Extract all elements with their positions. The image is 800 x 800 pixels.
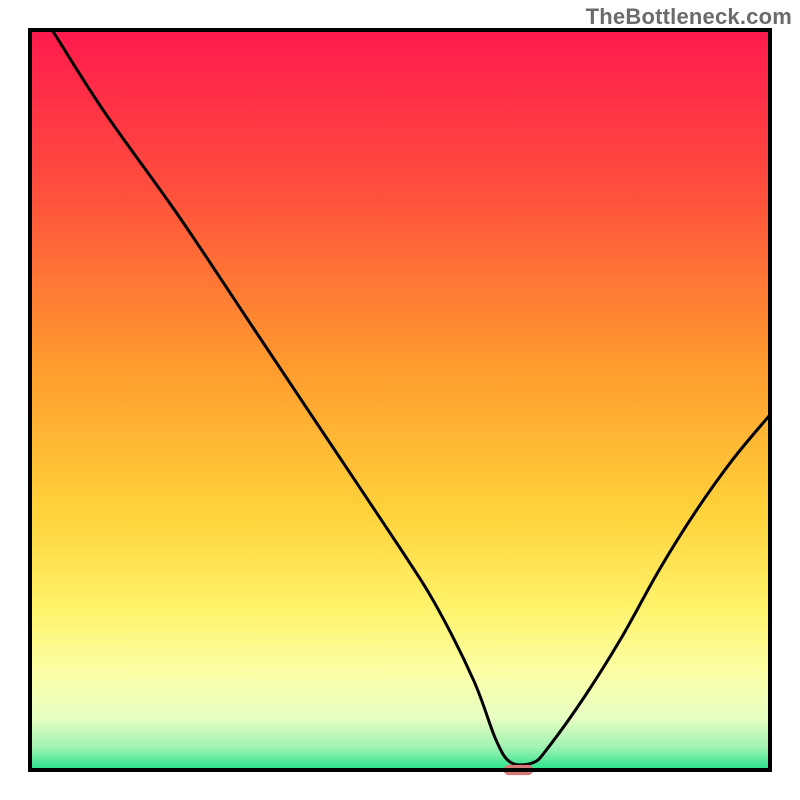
watermark-text: TheBottleneck.com	[586, 4, 792, 30]
gradient-background	[30, 30, 770, 770]
bottleneck-chart	[0, 0, 800, 800]
chart-container: TheBottleneck.com	[0, 0, 800, 800]
